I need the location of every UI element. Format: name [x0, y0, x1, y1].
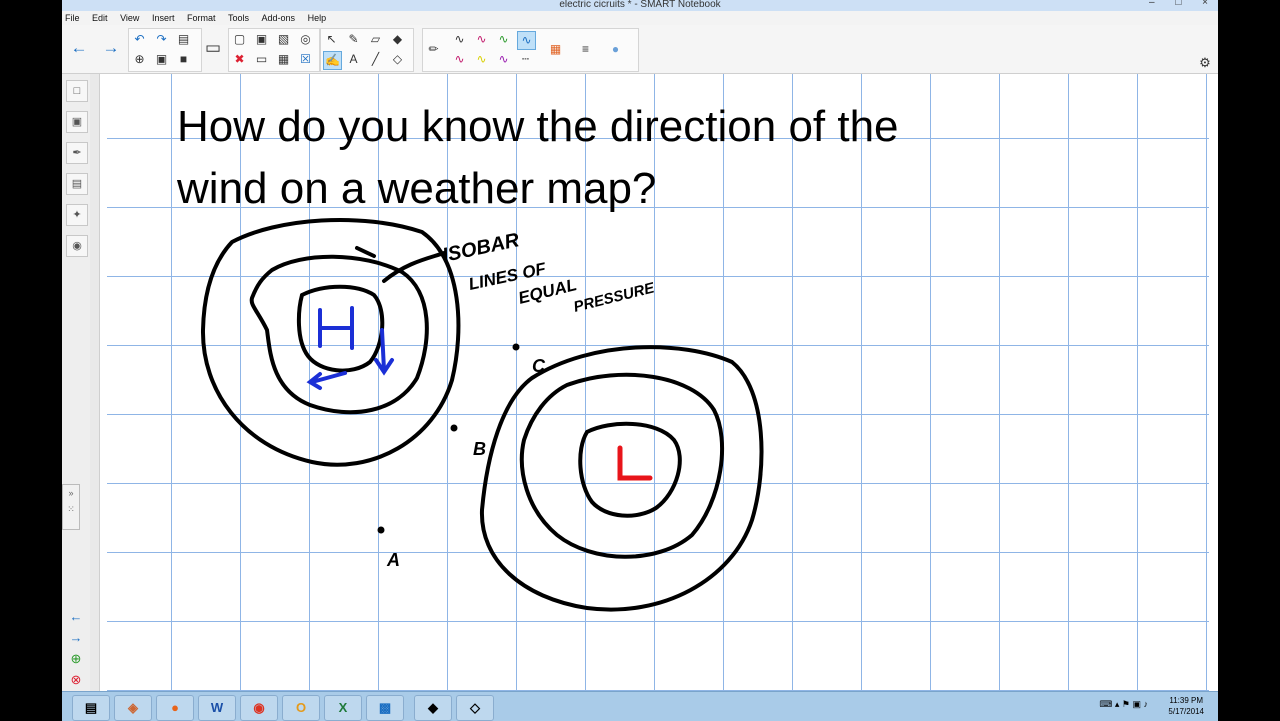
tool-icon[interactable]: ◇: [456, 695, 494, 721]
weather-map-drawing: ISOBAR LINES OF EQUAL PRESSURE C B A: [200, 217, 764, 612]
blue-arrow-left: [306, 371, 347, 390]
isobar-label: ISOBAR: [440, 229, 521, 267]
firefox-icon[interactable]: ●: [156, 695, 194, 721]
point-a-label: A: [386, 550, 400, 570]
point-c-dot: [512, 343, 520, 351]
clock-time: 11:39 PM: [1169, 696, 1204, 705]
explorer-icon[interactable]: ▤: [72, 695, 110, 721]
clock[interactable]: 11:39 PM 5/17/2014: [1168, 695, 1204, 717]
point-b-label: B: [473, 439, 486, 459]
windows-taskbar: ▤ ◈ ● W ◉ O X ▩ ◆ ◇ ⌨ ▴ ⚑ ▣ ♪ 11:39 PM 5…: [62, 691, 1218, 721]
clock-date: 5/17/2014: [1168, 707, 1204, 716]
high-middle-isobar: [249, 254, 429, 415]
pressure-label: PRESSURE: [572, 279, 657, 316]
word-icon[interactable]: W: [198, 695, 236, 721]
smart-notebook-window: electric cicruits * - SMART Notebook – □…: [62, 0, 1218, 691]
outlook-icon[interactable]: O: [282, 695, 320, 721]
chrome-icon[interactable]: ◉: [240, 695, 278, 721]
point-c-label: C: [532, 356, 546, 376]
smart-icon[interactable]: ◆: [414, 695, 452, 721]
high-arrow-tick: [355, 246, 376, 258]
l-stroke: [617, 445, 653, 481]
notebook-icon[interactable]: ▩: [366, 695, 404, 721]
point-a-dot: [377, 526, 385, 534]
point-b-dot: [450, 424, 458, 432]
system-tray: ⌨ ▴ ⚑ ▣ ♪: [1099, 699, 1148, 709]
app-icon[interactable]: ◈: [114, 695, 152, 721]
low-inner-isobar: [578, 421, 682, 518]
excel-icon[interactable]: X: [324, 695, 362, 721]
